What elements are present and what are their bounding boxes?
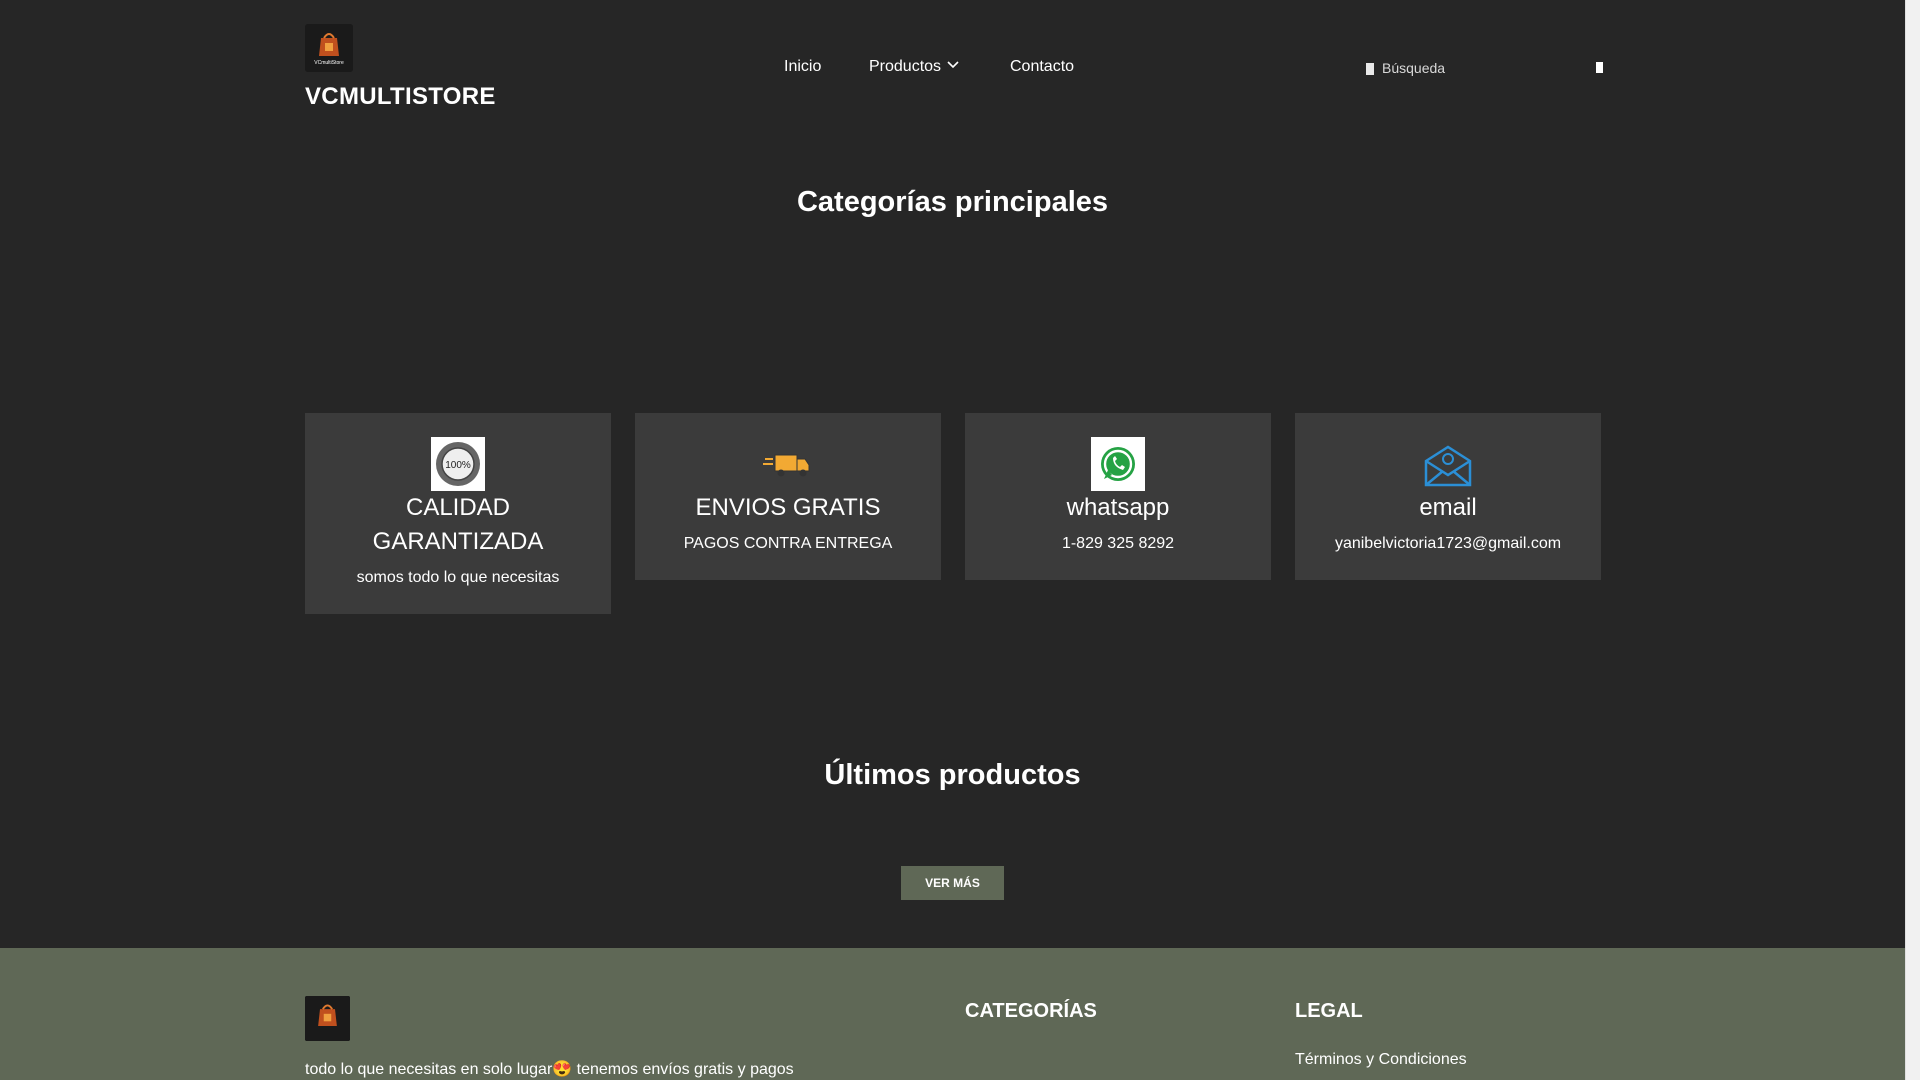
see-more-button[interactable]: VER MÁS [901, 866, 1004, 900]
nav-contacto[interactable]: Contacto [1010, 58, 1074, 76]
nav-productos[interactable]: Productos [869, 58, 959, 76]
feature-title: ENVIOS GRATIS [695, 494, 881, 521]
categories-title: Categorías principales [796, 186, 1109, 218]
feature-desc: 1-829 325 8292 [1061, 535, 1175, 552]
delivery-truck-icon [763, 454, 810, 477]
site-header: VCmultiStore VCMULTISTORE Inicio Product… [0, 0, 1905, 140]
footer-logo[interactable] [305, 996, 350, 1041]
feature-title: whatsapp [1066, 494, 1170, 521]
quality-seal-icon: 100% [431, 437, 485, 491]
feature-desc[interactable]: yanibelvictoria1723@gmail.com [1295, 535, 1601, 553]
search-bar [1360, 56, 1603, 84]
feature-card-quality: 100% CALIDAD GARANTIZADA somos todo lo q… [305, 413, 611, 614]
page-scrollbar[interactable] [1905, 0, 1920, 1080]
svg-text:100%: 100% [445, 460, 471, 471]
chevron-down-icon [947, 61, 959, 69]
search-icon [1366, 63, 1374, 75]
feature-title-line2: GARANTIZADA [372, 528, 544, 555]
feature-title: email [1419, 494, 1477, 521]
terms-link[interactable]: Términos y Condiciones [1295, 1051, 1467, 1069]
footer-description: todo lo que necesitas en solo lugar😍 ten… [305, 1061, 794, 1078]
footer-legal-heading: LEGAL [1295, 1000, 1363, 1022]
search-submit-icon[interactable] [1596, 62, 1603, 73]
logo-graphic [305, 996, 350, 1041]
feature-desc: PAGOS CONTRA ENTREGA [683, 535, 893, 552]
logo-caption: VCmultiStore [314, 60, 344, 66]
nav-inicio[interactable]: Inicio [784, 58, 821, 76]
email-icon [1424, 445, 1472, 487]
feature-card-whatsapp: whatsapp 1-829 325 8292 [965, 413, 1271, 580]
store-logo[interactable]: VCmultiStore [305, 24, 353, 72]
nav-productos-label: Productos [869, 58, 942, 75]
site-footer: todo lo que necesitas en solo lugar😍 ten… [0, 948, 1905, 1080]
search-input[interactable] [1382, 56, 1562, 80]
feature-card-email: email yanibelvictoria1723@gmail.com [1295, 413, 1601, 580]
footer-categories-heading: CATEGORÍAS [965, 1000, 1097, 1022]
feature-desc: somos todo lo que necesitas [356, 569, 560, 586]
feature-title: CALIDAD [405, 494, 511, 521]
latest-products-title: Últimos productos [824, 759, 1081, 791]
whatsapp-icon [1091, 437, 1145, 491]
brand-name[interactable]: VCMULTISTORE [305, 83, 496, 111]
feature-card-shipping: ENVIOS GRATIS PAGOS CONTRA ENTREGA [635, 413, 941, 580]
logo-graphic: VCmultiStore [305, 24, 353, 72]
